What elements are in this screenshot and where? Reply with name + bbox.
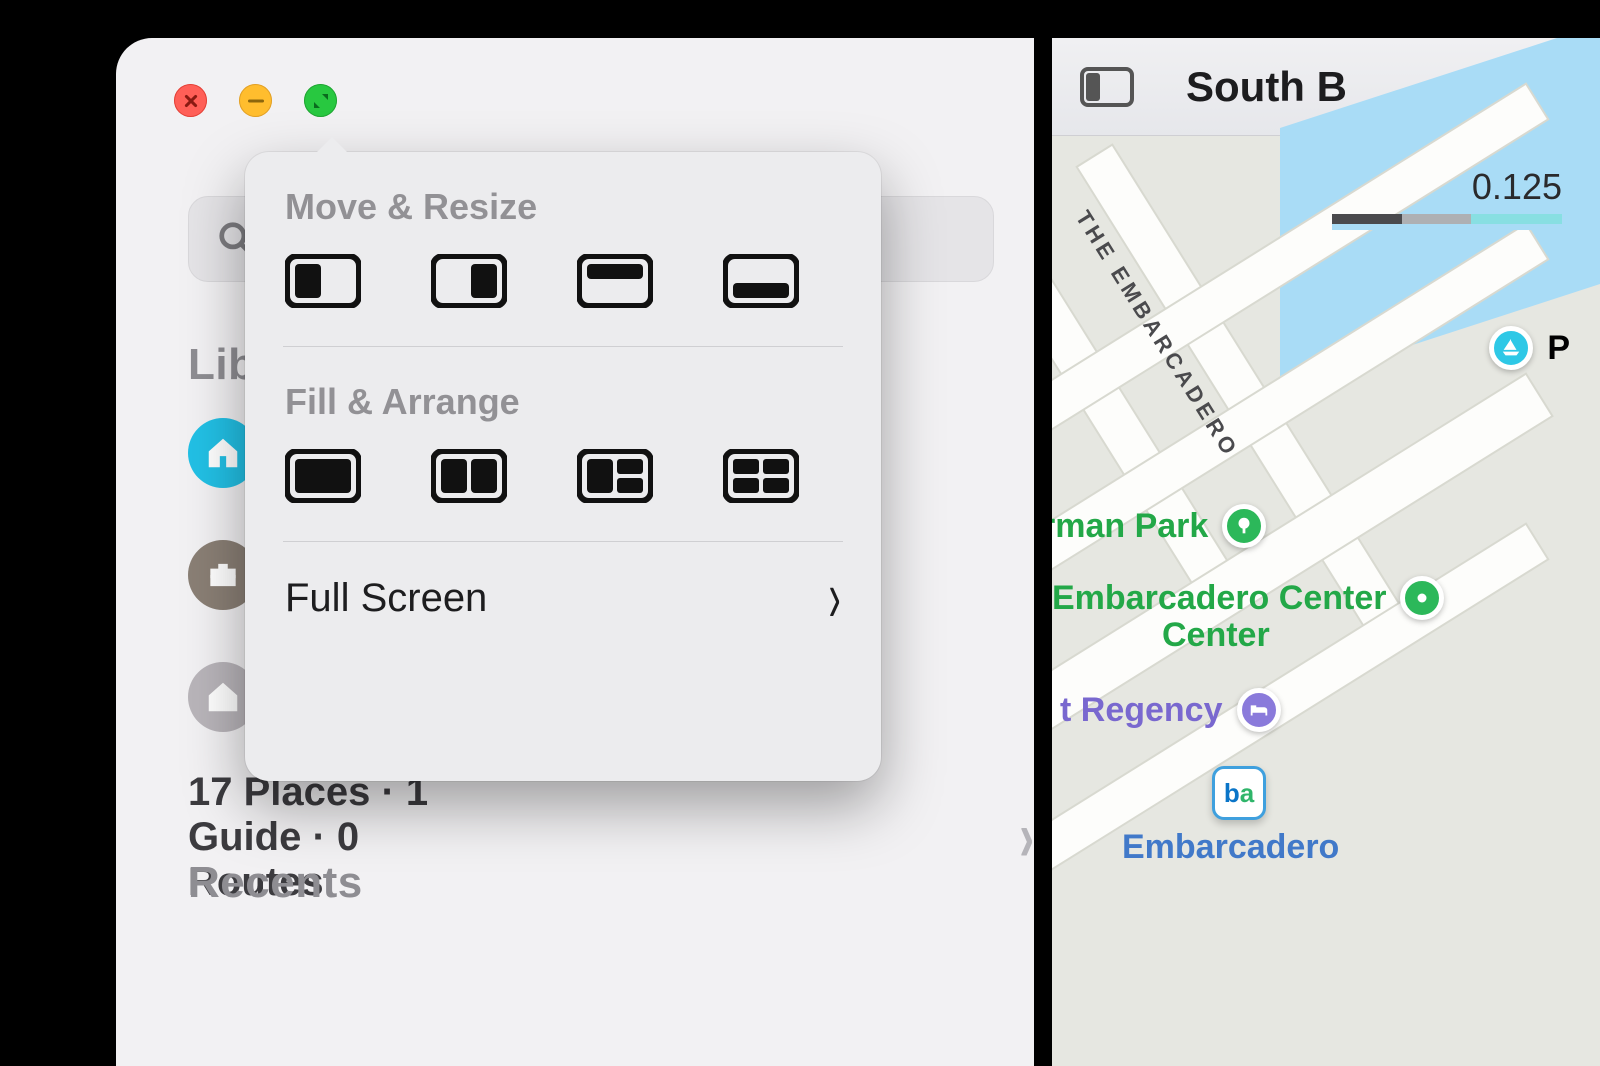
tile-top-half[interactable]	[577, 254, 653, 308]
tile-right-half[interactable]	[431, 254, 507, 308]
poi-embarcadero-center[interactable]: Embarcadero Center	[1052, 576, 1444, 620]
tile-fill[interactable]	[285, 449, 361, 503]
tree-icon	[1222, 504, 1266, 548]
sidebar-toggle-icon[interactable]	[1080, 67, 1134, 107]
popover-heading-fill-arrange: Fill & Arrange	[285, 381, 841, 423]
full-screen-label: Full Screen	[285, 576, 487, 621]
map-pane: South B 0.125 THE EMBARCADERO P rman Par…	[1052, 38, 1600, 1066]
section-title-recents: Recents	[188, 858, 363, 908]
tile-right-half-icon	[431, 254, 507, 308]
popover-divider-2	[283, 541, 843, 542]
poi-port[interactable]: P	[1489, 326, 1570, 370]
window-tiling-popover: Move & Resize Fill & Arrange Full	[245, 152, 881, 781]
close-button[interactable]	[174, 84, 207, 117]
map-scale: 0.125	[1332, 166, 1562, 230]
transit-bart-icon[interactable]: ba	[1212, 766, 1266, 820]
tile-left-half[interactable]	[285, 254, 361, 308]
poi-label: Embarcadero Center	[1052, 579, 1386, 618]
transit-station-label: Embarcadero	[1122, 828, 1339, 867]
chevron-right-icon: ›	[828, 558, 840, 639]
location-dot-icon	[1400, 576, 1444, 620]
poi-label: P	[1547, 329, 1570, 368]
tile-three-up[interactable]	[577, 449, 653, 503]
tile-left-half-icon	[285, 254, 361, 308]
popover-divider-1	[283, 346, 843, 347]
full-screen-row[interactable]: Full Screen ›	[285, 576, 841, 621]
poi-label: t Regency	[1060, 691, 1223, 730]
poi-regency[interactable]: t Regency	[1060, 688, 1281, 732]
poi-embarcadero-center-line2: Center	[1162, 616, 1270, 655]
chevron-right-icon: ›	[1019, 798, 1034, 878]
tile-two-up-icon	[431, 449, 507, 503]
tile-fill-icon	[285, 449, 361, 503]
poi-herman-park[interactable]: rman Park	[1052, 504, 1266, 548]
sailboat-icon	[1489, 326, 1533, 370]
fullscreen-button[interactable]	[304, 84, 337, 117]
tile-top-half-icon	[577, 254, 653, 308]
map-canvas[interactable]: 0.125 THE EMBARCADERO P rman Park Embarc…	[1052, 136, 1600, 1066]
minimize-button[interactable]	[239, 84, 272, 117]
poi-label: rman Park	[1052, 507, 1208, 546]
tile-quad[interactable]	[723, 449, 799, 503]
traffic-lights	[174, 84, 337, 117]
bed-icon	[1237, 688, 1281, 732]
map-scale-bar	[1332, 214, 1562, 224]
fullscreen-icon	[311, 91, 331, 111]
tile-quad-icon	[723, 449, 799, 503]
map-title: South B	[1186, 63, 1347, 111]
fill-arrange-row	[285, 449, 841, 503]
map-scale-label: 0.125	[1332, 166, 1562, 208]
tile-three-up-icon	[577, 449, 653, 503]
move-resize-row	[285, 254, 841, 308]
popover-heading-move-resize: Move & Resize	[285, 186, 841, 228]
tile-bottom-half[interactable]	[723, 254, 799, 308]
tile-bottom-half-icon	[723, 254, 799, 308]
tile-two-up[interactable]	[431, 449, 507, 503]
